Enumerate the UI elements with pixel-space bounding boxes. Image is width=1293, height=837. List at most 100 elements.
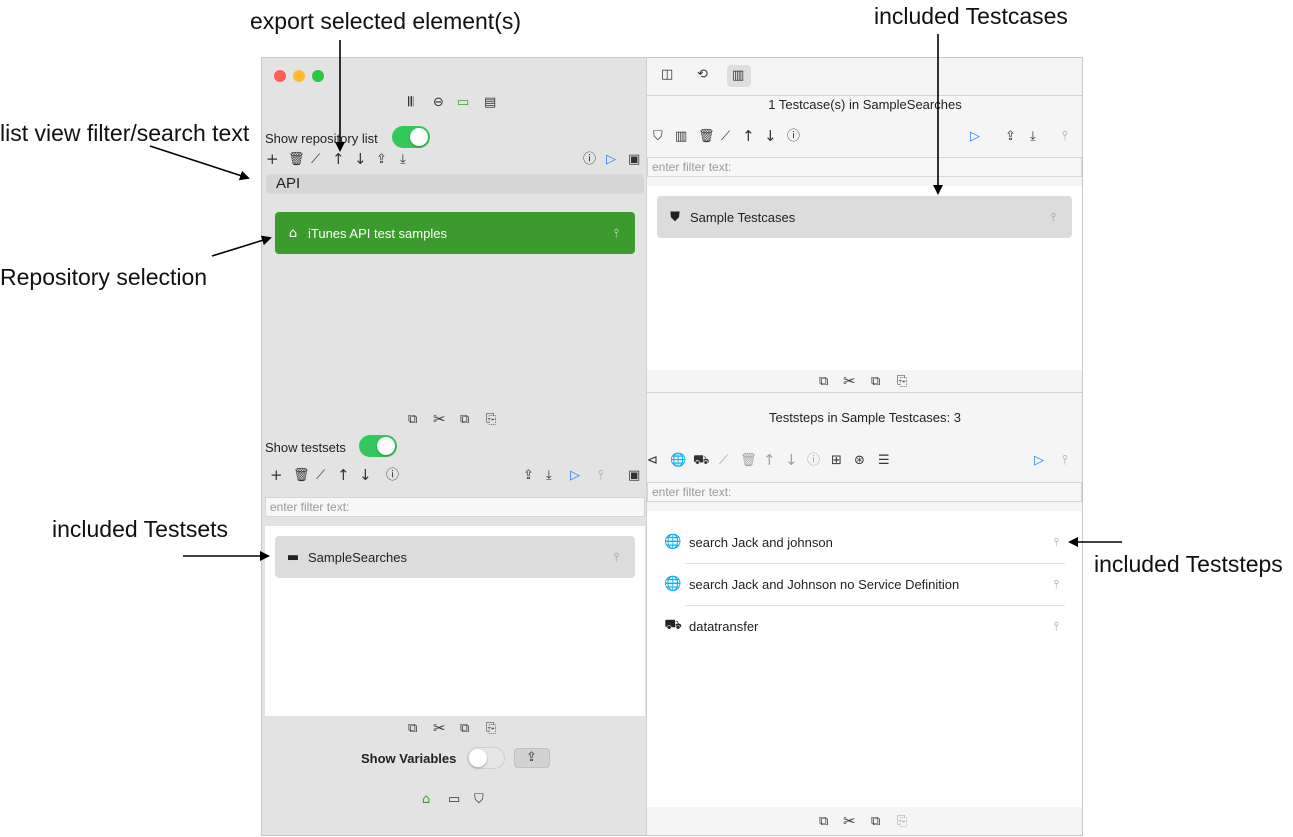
sync-icon[interactable]: ⟲	[697, 68, 708, 81]
play-icon[interactable]: ▷	[606, 153, 616, 166]
teststep-row[interactable]: 🌐 search Jack and Johnson no Service Def…	[663, 563, 1073, 605]
pin-icon: ⫯	[1053, 618, 1059, 633]
back-circle-icon[interactable]: ⊲	[647, 454, 658, 467]
pin-icon[interactable]: ⫯	[1062, 454, 1068, 467]
globe-icon: 🌐	[664, 534, 682, 550]
newspaper-icon[interactable]: ▤	[484, 96, 496, 109]
arrow-down-icon[interactable]: ↓	[785, 453, 798, 468]
import-icon[interactable]: ⤓	[546, 469, 552, 482]
duplicate-icon[interactable]: ⧉	[871, 375, 880, 388]
copy-icon[interactable]: ⧉	[819, 815, 828, 828]
scissors-icon[interactable]: ✂	[843, 814, 856, 829]
app-window: 𝄃𝄃 ⊖ ▭ ▤ Show repository list + 🗑 ⟋ ↑ ↓ …	[261, 57, 1083, 836]
annotation-export-selected: export selected element(s)	[250, 8, 522, 34]
number-square-icon[interactable]: ⊞	[831, 454, 842, 467]
show-repository-list-toggle[interactable]	[392, 126, 430, 148]
arrow-up-icon[interactable]: ↑	[332, 152, 345, 167]
trash-icon[interactable]: 🗑	[293, 469, 310, 482]
scissors-icon[interactable]: ✂	[843, 374, 856, 389]
info-icon[interactable]: ⓘ	[787, 130, 800, 143]
teststep-row[interactable]: 🌐 search Jack and johnson ⫯	[663, 521, 1073, 563]
show-variables-toggle[interactable]	[467, 747, 505, 769]
arrow-down-icon[interactable]: ↓	[359, 468, 372, 483]
screen-play-icon[interactable]: ▣	[628, 469, 640, 482]
edit-icon[interactable]: ⟋	[721, 130, 730, 143]
repository-search-input[interactable]: API	[266, 174, 644, 194]
copy-icon[interactable]: ⧉	[408, 722, 417, 735]
import-icon[interactable]: ⤓	[400, 153, 406, 166]
show-testsets-toggle[interactable]	[359, 435, 397, 457]
paste-icon[interactable]: ⎘	[486, 722, 496, 735]
pin-icon[interactable]: ⫯	[1062, 130, 1068, 143]
teststeps-header: Teststeps in Sample Testcases: 3	[769, 410, 961, 425]
waveform-icon[interactable]: 𝄃𝄃	[408, 96, 414, 109]
testcase-filter-input[interactable]: enter filter text:	[647, 157, 1082, 177]
paste-icon[interactable]: ⎘	[486, 413, 496, 426]
zoom-window-button[interactable]	[312, 70, 324, 82]
trash-icon[interactable]: 🗑	[740, 454, 757, 467]
globe-icon: 🌐	[664, 576, 682, 592]
arrow-up-icon[interactable]: ↑	[742, 129, 755, 144]
book-icon[interactable]: ▥	[675, 130, 687, 143]
testset-filter-input[interactable]: enter filter text:	[265, 497, 645, 517]
bottle-icon[interactable]: ⊖	[433, 96, 444, 109]
folder-icon[interactable]: ▭	[457, 96, 469, 109]
cart-icon[interactable]: ⛟	[693, 454, 709, 467]
close-window-button[interactable]	[274, 70, 286, 82]
duplicate-icon[interactable]: ⧉	[460, 722, 469, 735]
import-icon[interactable]: ⤓	[1030, 130, 1036, 143]
repository-row[interactable]: ⌂ iTunes API test samples ⫯	[275, 212, 635, 254]
export-icon[interactable]: ⇪	[1005, 130, 1016, 143]
variables-export-button[interactable]: ⇪	[514, 748, 550, 768]
testset-row[interactable]: ▬ SampleSearches ⫯	[275, 536, 635, 578]
annotation-included-teststeps: included Teststeps	[1094, 551, 1283, 577]
testcase-header: 1 Testcase(s) in SampleSearches	[768, 97, 962, 112]
screen-play-icon[interactable]: ▣	[628, 153, 640, 166]
number-circle-icon[interactable]: ⊛	[854, 454, 865, 467]
copy-icon[interactable]: ⧉	[408, 413, 417, 426]
trash-icon[interactable]: 🗑	[698, 130, 715, 143]
folder-icon[interactable]: ▭	[448, 793, 460, 806]
play-icon[interactable]: ▷	[570, 469, 580, 482]
globe-icon[interactable]: 🌐	[670, 454, 686, 467]
trash-icon[interactable]: 🗑	[288, 153, 305, 166]
testcase-row[interactable]: ⛊ Sample Testcases ⫯	[657, 196, 1072, 238]
annotation-included-testsets: included Testsets	[52, 516, 229, 542]
export-icon[interactable]: ⇪	[523, 469, 534, 482]
shield-check-icon[interactable]: ⛉	[653, 130, 663, 143]
info-icon[interactable]: ⓘ	[386, 469, 399, 482]
duplicate-icon[interactable]: ⧉	[871, 815, 880, 828]
add-icon[interactable]: +	[270, 468, 283, 483]
paste-icon[interactable]: ⎘	[897, 815, 907, 828]
scissors-icon[interactable]: ✂	[433, 721, 446, 736]
minimize-window-button[interactable]	[293, 70, 305, 82]
sidebar-icon[interactable]: ◫	[661, 68, 673, 81]
paste-icon[interactable]: ⎘	[897, 375, 907, 388]
arrow-down-icon[interactable]: ↓	[354, 152, 367, 167]
arrow-up-icon[interactable]: ↑	[763, 453, 776, 468]
edit-icon[interactable]: ⟋	[719, 454, 728, 467]
info-icon[interactable]: ⓘ	[583, 153, 596, 166]
book-tab[interactable]: ▥	[727, 65, 751, 87]
add-icon[interactable]: +	[266, 152, 279, 167]
right-pane: ◫ ⟲ ▥ 1 Testcase(s) in SampleSearches ⛉ …	[646, 58, 1082, 835]
export-icon[interactable]: ⇪	[376, 153, 387, 166]
tray-icon[interactable]: ⌂	[422, 793, 430, 806]
shield-icon[interactable]: ⛉	[474, 793, 484, 806]
play-icon[interactable]: ▷	[1034, 454, 1044, 467]
info-icon[interactable]: ⓘ	[807, 454, 820, 467]
arrow-down-icon[interactable]: ↓	[764, 129, 777, 144]
testset-name: SampleSearches	[308, 549, 407, 565]
list-icon[interactable]: ☰	[878, 454, 890, 467]
play-icon[interactable]: ▷	[970, 130, 980, 143]
teststep-row[interactable]: ⛟ datatransfer ⫯	[663, 605, 1073, 647]
export-icon: ⇪	[526, 750, 537, 765]
edit-icon[interactable]: ⟋	[311, 153, 320, 166]
teststep-filter-input[interactable]: enter filter text:	[647, 482, 1082, 502]
scissors-icon[interactable]: ✂	[433, 412, 446, 427]
duplicate-icon[interactable]: ⧉	[460, 413, 469, 426]
copy-icon[interactable]: ⧉	[819, 375, 828, 388]
pin-icon[interactable]: ⫯	[598, 469, 604, 482]
arrow-up-icon[interactable]: ↑	[337, 468, 350, 483]
edit-icon[interactable]: ⟋	[316, 469, 325, 482]
